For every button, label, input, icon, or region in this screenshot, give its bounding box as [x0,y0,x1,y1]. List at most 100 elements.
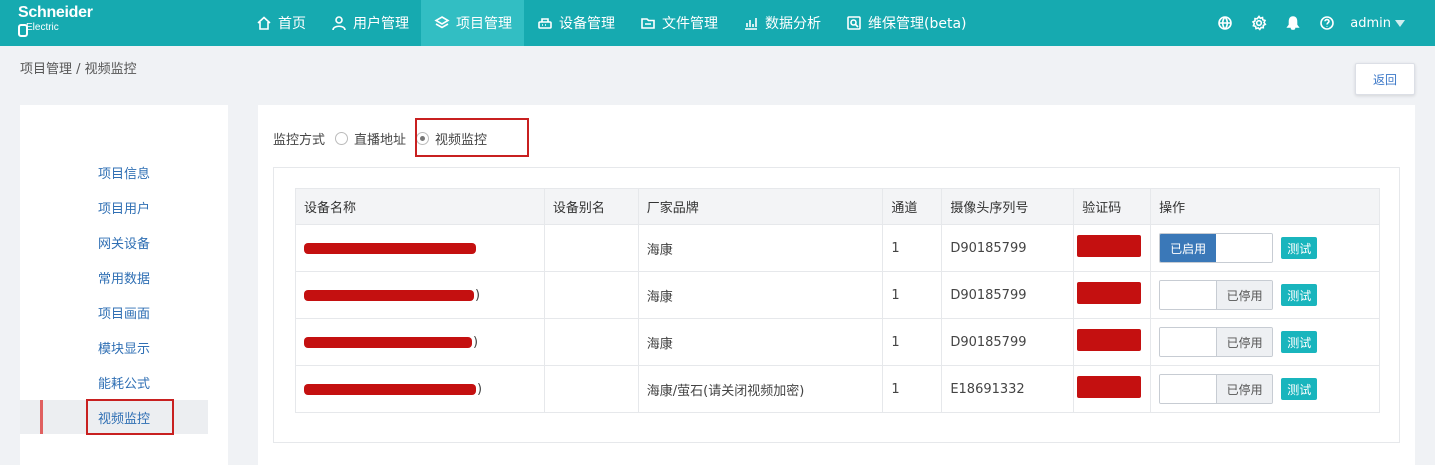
test-button[interactable]: 测试 [1281,237,1318,259]
test-button[interactable]: 测试 [1281,331,1318,353]
device-alias-cell [543,365,639,413]
schneider-logo[interactable]: Schneider Electric [18,4,93,37]
sidebar-item-project-screen[interactable]: 项目画面 [20,295,208,329]
toggle-on-label: 已启用 [1160,234,1217,262]
device-name-cell: ) [295,271,545,319]
nav-item-home[interactable]: 首页 [243,0,318,46]
logo-line2: Electric [18,23,93,37]
enable-toggle[interactable]: 已停用 [1159,374,1274,404]
nav-item-label: 数据分析 [765,16,821,32]
nav-item-files[interactable]: 文件管理 [627,0,730,46]
radio-circle [335,132,349,145]
sidebar-item-label: 网关设备 [98,236,151,252]
nav-item-devices[interactable]: 设备管理 [524,0,627,46]
toggle-blank [1216,234,1273,262]
nav-item-label: 用户管理 [353,16,409,32]
project-sidebar: 项目信息 项目用户 网关设备 常用数据 项目画面 模块显示 能耗公式 视频监控 [20,105,228,465]
toggle-blank [1160,375,1217,403]
username: admin [1350,15,1391,31]
nav-item-projects[interactable]: 项目管理 [421,0,524,46]
layers-icon [433,14,451,32]
breadcrumb: 项目管理 / 视频监控 [20,62,137,77]
redacted-verify-code [1077,235,1142,257]
sidebar-item-project-info[interactable]: 项目信息 [20,155,208,189]
sidebar-item-label: 项目信息 [98,166,151,182]
gear-icon[interactable] [1242,0,1276,46]
device-alias-cell [543,224,639,272]
user-menu[interactable]: admin [1350,16,1405,31]
redacted-verify-code [1077,329,1142,351]
sidebar-item-label: 模块显示 [98,341,151,357]
radio-live-url[interactable]: 直播地址 [335,129,406,148]
bar-chart-icon [742,14,760,32]
highlight-box [415,118,529,157]
device-table-card: 设备名称 设备别名 厂家品牌 通道 摄像头序列号 验证码 操作 海康 1 D90… [273,167,1400,443]
nav-item-analytics[interactable]: 数据分析 [730,0,833,46]
channel-cell: 1 [882,271,943,319]
enable-toggle[interactable]: 已停用 [1159,327,1274,357]
sidebar-item-common-data[interactable]: 常用数据 [20,260,208,294]
device-name-cell: ) [295,365,545,413]
enable-toggle[interactable]: 已启用 [1159,233,1274,263]
channel-cell: 1 [882,224,943,272]
camera-table: 设备名称 设备别名 厂家品牌 通道 摄像头序列号 验证码 操作 海康 1 D90… [295,188,1380,413]
maintenance-icon [845,14,863,32]
redacted-device-name [304,383,476,395]
device-name-suffix: ) [477,381,483,397]
top-nav-bar: Schneider Electric 首页 用户管理 项目管理 设备管理 文件管… [0,0,1435,46]
redacted-verify-code [1077,282,1142,304]
nav-item-maintenance[interactable]: 维保管理(beta) [833,0,979,46]
serial-cell: D90185799 [941,271,1075,319]
verify-code-cell [1073,271,1152,319]
column-header: 厂家品牌 [637,188,884,225]
toggle-off-label: 已停用 [1216,375,1273,403]
toggle-off-label: 已停用 [1216,328,1273,356]
column-header: 操作 [1150,188,1380,225]
chevron-down-icon [1395,19,1405,27]
column-header: 设备别名 [543,188,639,225]
monitor-mode-label: 监控方式 [273,133,326,148]
logo-line1: Schneider [18,4,93,21]
sidebar-item-label: 项目用户 [98,201,151,217]
nav-item-users[interactable]: 用户管理 [318,0,421,46]
main-panel: 监控方式 直播地址 视频监控 设备名称 设备别名 厂家品牌 通道 摄像头序列号 … [258,105,1415,465]
device-name-suffix: ) [473,334,479,350]
radio-label: 直播地址 [354,133,407,148]
help-icon[interactable] [1310,0,1344,46]
table-row: ) 海康/萤石(请关闭视频加密) 1 E18691332 已停用 测试 [295,365,1380,413]
sidebar-item-project-users[interactable]: 项目用户 [20,190,208,224]
sidebar-item-label: 常用数据 [98,271,151,287]
action-cell: 已启用 测试 [1150,224,1380,272]
bell-icon[interactable] [1276,0,1310,46]
action-cell: 已停用 测试 [1150,365,1380,413]
sidebar-item-label: 能耗公式 [98,376,151,392]
home-icon [255,14,273,32]
test-button[interactable]: 测试 [1281,378,1318,400]
nav-item-label: 项目管理 [456,16,512,32]
language-icon[interactable] [1208,0,1242,46]
nav-item-label: 维保管理(beta) [868,16,967,32]
toggle-blank [1160,281,1217,309]
sidebar-item-gateway[interactable]: 网关设备 [20,225,208,259]
toggle-off-label: 已停用 [1216,281,1273,309]
device-name-cell: ) [295,318,545,366]
device-alias-cell [543,318,639,366]
header-tools: admin [1208,0,1405,46]
redacted-verify-code [1077,376,1142,398]
device-alias-cell [543,271,639,319]
verify-code-cell [1073,318,1152,366]
redacted-device-name [304,336,472,348]
redacted-device-name [304,289,474,301]
device-name-cell [295,224,545,272]
test-button[interactable]: 测试 [1281,284,1318,306]
brand-cell: 海康 [637,224,884,272]
sidebar-item-video-monitor[interactable]: 视频监控 [20,399,208,435]
folder-icon [639,14,657,32]
sidebar-item-energy-formula[interactable]: 能耗公式 [20,365,208,399]
back-button[interactable]: 返回 [1355,63,1415,95]
device-icon [536,14,554,32]
column-header: 设备名称 [295,188,545,225]
enable-toggle[interactable]: 已停用 [1159,280,1274,310]
verify-code-cell [1073,224,1152,272]
sidebar-item-module-display[interactable]: 模块显示 [20,330,208,364]
